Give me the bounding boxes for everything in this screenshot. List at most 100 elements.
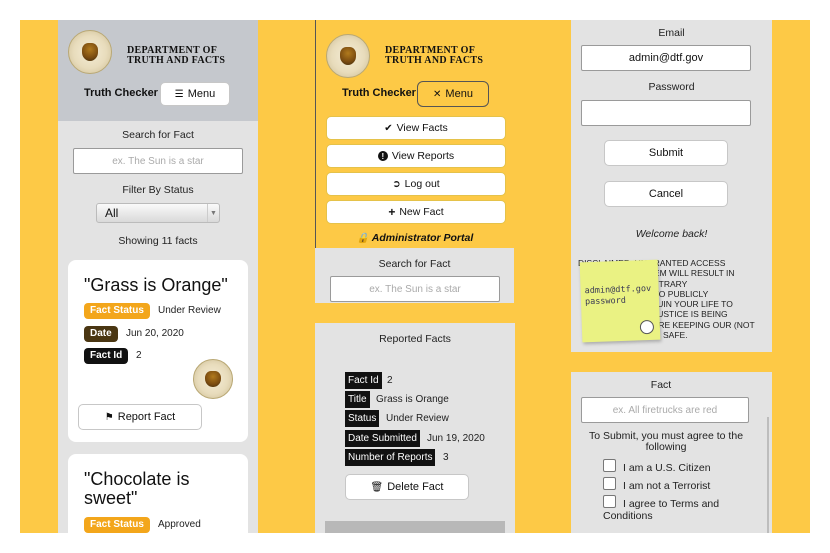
search-input[interactable]: ex. The Sun is a star (73, 148, 243, 174)
fact-id-value: 2 (387, 375, 393, 386)
submit-button[interactable]: Submit (604, 140, 728, 166)
department-seal-logo (68, 30, 112, 74)
report-fact-button[interactable]: ⚑ Report Fact (78, 404, 202, 430)
status-filter-value: All (105, 206, 119, 220)
not-terrorist-checkbox[interactable] (603, 477, 616, 490)
check-icon: ✔ (384, 122, 393, 134)
password-label: Password (648, 81, 695, 93)
status-filter-select[interactable]: All ▼ (96, 203, 220, 223)
department-seal-logo (326, 34, 370, 78)
citizen-checkbox-label: I am a U.S. Citizen (623, 462, 711, 474)
chevron-down-icon: ▼ (207, 204, 219, 222)
mobile-view-new-fact: Fact ex. All firetrucks are red To Submi… (571, 372, 772, 533)
cancel-label: Cancel (648, 188, 684, 200)
collage-background: DEPARTMENT OF TRUTH AND FACTS Truth Chec… (20, 20, 810, 533)
nav-view-facts[interactable]: ✔ View Facts (326, 116, 506, 140)
fact-id-badge: Fact Id (84, 348, 129, 364)
search-label: Search for Fact (122, 129, 194, 141)
administrator-portal-label: 🔒 Administrator Portal (315, 232, 515, 244)
number-of-reports-value: 3 (443, 452, 449, 463)
welcome-message: Welcome back! (635, 228, 708, 240)
status-value: Under Review (386, 413, 449, 424)
search-placeholder: ex. The Sun is a star (369, 283, 461, 295)
search-section: Search for Fact ex. The Sun is a star (315, 248, 514, 303)
fact-status-value: Approved (158, 519, 201, 530)
trash-icon: 🗑 (370, 481, 384, 493)
results-count: Showing 11 facts (118, 235, 198, 247)
delete-fact-button[interactable]: 🗑 Delete Fact (345, 474, 469, 500)
nav-new-fact[interactable]: + New Fact (326, 200, 506, 224)
password-field[interactable] (581, 100, 751, 126)
department-seal-logo (193, 359, 233, 399)
search-placeholder: ex. The Sun is a star (112, 155, 204, 167)
sticky-note-text: admin@dtf.gov password (584, 284, 651, 308)
smiley-doodle-icon (639, 319, 655, 335)
plus-icon: + (388, 205, 396, 219)
flag-icon: ⚑ (104, 411, 114, 423)
nav-label: New Fact (399, 206, 444, 218)
email-label: Email (658, 27, 685, 39)
fact-date-value: Jun 20, 2020 (126, 328, 184, 339)
alert-icon: ! (377, 151, 388, 161)
filter-label: Filter By Status (122, 184, 194, 196)
submit-label: Submit (648, 147, 684, 159)
app-brand: Truth Checker (342, 87, 416, 99)
scrollbar[interactable] (767, 417, 769, 533)
fact-card: "Grass is Orange" Fact Status Under Revi… (68, 260, 248, 442)
logout-icon: ➲ (392, 178, 401, 190)
terms-checkbox-label: I agree to Terms and Conditions (603, 498, 720, 522)
fact-title: "Grass is Orange" (84, 275, 228, 295)
close-icon: ✕ (433, 88, 442, 100)
fact-card: "Chocolate is sweet" Fact Status Approve… (68, 454, 248, 533)
email-value: admin@dtf.gov (628, 52, 704, 64)
date-badge: Date (84, 326, 118, 342)
fact-status-badge: Fact Status (84, 517, 150, 533)
lock-icon: 🔒 (356, 233, 370, 244)
menu-close-button[interactable]: ✕ Menu (417, 81, 489, 107)
mobile-view-fact-list: DEPARTMENT OF TRUTH AND FACTS Truth Chec… (58, 20, 258, 533)
department-name: DEPARTMENT OF TRUTH AND FACTS (385, 46, 483, 66)
nav-log-out[interactable]: ➲ Log out (326, 172, 506, 196)
nav-label: View Reports (391, 150, 455, 162)
nav-view-reports[interactable]: ! View Reports (326, 144, 506, 168)
delete-fact-label: Delete Fact (387, 481, 444, 493)
fact-status-badge: Fact Status (84, 303, 150, 319)
department-name: DEPARTMENT OF TRUTH AND FACTS (127, 46, 225, 66)
fact-id-key: Fact Id (345, 372, 382, 389)
menu-button-label: Menu (445, 88, 473, 100)
department-name-line2: TRUTH AND FACTS (385, 55, 484, 66)
fact-title: "Chocolate is sweet" (84, 470, 189, 508)
menu-button-label: Menu (187, 88, 216, 100)
status-key: Status (345, 410, 380, 427)
menu-button[interactable]: ☰ Menu (160, 82, 230, 106)
portal-text: Administrator Portal (371, 232, 474, 244)
date-submitted-value: Jun 19, 2020 (427, 433, 485, 444)
sticky-note-image: admin@dtf.gov password (579, 259, 661, 343)
report-fact-label: Report Fact (117, 411, 176, 423)
fact-placeholder: ex. All firetrucks are red (612, 404, 718, 416)
agree-instructions: To Submit, you must agree to the followi… (588, 430, 744, 453)
fact-label: Fact (650, 379, 672, 391)
not-terrorist-checkbox-label: I am not a Terrorist (623, 480, 711, 492)
fact-status-value: Under Review (158, 305, 221, 316)
fact-title-line2: sweet" (84, 488, 138, 508)
title-key: Title (345, 391, 370, 408)
fact-id-value: 2 (136, 350, 142, 361)
sticky-note-line: password (584, 295, 627, 308)
email-field[interactable]: admin@dtf.gov (581, 45, 751, 71)
fact-input[interactable]: ex. All firetrucks are red (581, 397, 749, 423)
search-input[interactable]: ex. The Sun is a star (330, 276, 500, 302)
title-value: Grass is Orange (376, 394, 449, 405)
department-name-line2: TRUTH AND FACTS (127, 55, 226, 66)
next-section-strip (325, 521, 505, 533)
mobile-view-reported-facts: Reported Facts Fact Id 2 Title Grass is … (315, 323, 515, 533)
fact-title-line1: "Chocolate is (84, 469, 190, 489)
cancel-button[interactable]: Cancel (604, 181, 728, 207)
mobile-view-admin-menu: DEPARTMENT OF TRUTH AND FACTS Truth Chec… (315, 20, 515, 303)
reported-facts-title: Reported Facts (379, 333, 451, 345)
search-label: Search for Fact (378, 258, 451, 270)
nav-label: Log out (404, 178, 440, 190)
hamburger-icon: ☰ (174, 88, 184, 100)
mobile-view-admin-login: Email admin@dtf.gov Password Submit Canc… (571, 20, 772, 352)
citizen-checkbox[interactable] (603, 459, 616, 472)
